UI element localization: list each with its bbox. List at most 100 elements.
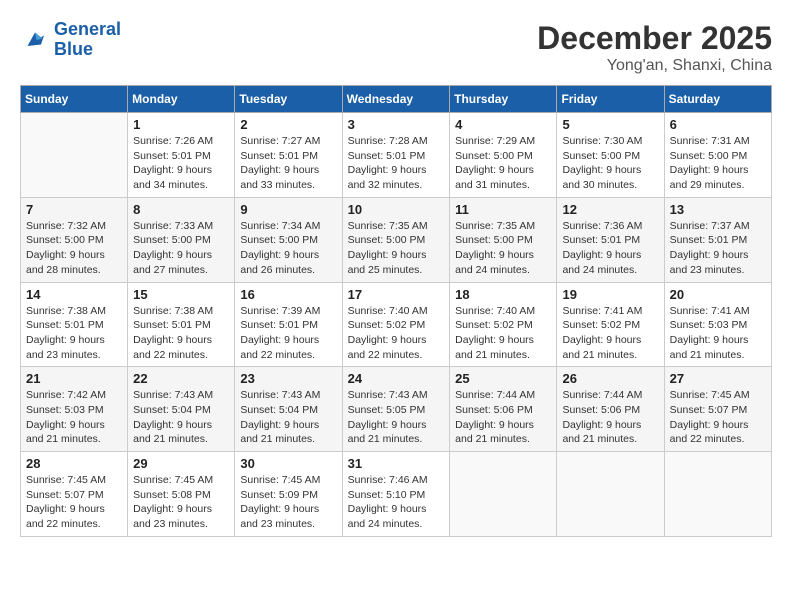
day-info: Sunrise: 7:27 AM Sunset: 5:01 PM Dayligh… [240,134,336,193]
week-row-2: 7 Sunrise: 7:32 AM Sunset: 5:00 PM Daylig… [21,197,772,282]
day-number: 10 [348,202,445,217]
calendar-cell: 29Sunrise: 7:45 AM Sunset: 5:08 PM Dayli… [128,452,235,537]
week-row-1: 1 Sunrise: 7:26 AM Sunset: 5:01 PM Daylig… [21,113,772,198]
weekday-header-tuesday: Tuesday [235,86,342,113]
calendar-cell: 6 Sunrise: 7:31 AM Sunset: 5:00 PM Daylig… [664,113,771,198]
day-info: Sunrise: 7:39 AM Sunset: 5:01 PM Dayligh… [240,304,336,363]
calendar-cell: 24 Sunrise: 7:43 AM Sunset: 5:05 PM Dayli… [342,367,450,452]
day-number: 21 [26,371,122,386]
day-info: Sunrise: 7:35 AM Sunset: 5:00 PM Dayligh… [348,219,445,278]
logo-icon [20,25,50,55]
day-number: 7 [26,202,122,217]
calendar-cell: 13Sunrise: 7:37 AM Sunset: 5:01 PM Dayli… [664,197,771,282]
day-number: 1 [133,117,229,132]
day-info: Sunrise: 7:44 AM Sunset: 5:06 PM Dayligh… [562,388,658,447]
day-info: Sunrise: 7:33 AM Sunset: 5:00 PM Dayligh… [133,219,229,278]
day-info: Sunrise: 7:45 AM Sunset: 5:09 PM Dayligh… [240,473,336,532]
calendar-cell: 22 Sunrise: 7:43 AM Sunset: 5:04 PM Dayli… [128,367,235,452]
logo: General Blue [20,20,121,60]
title-block: December 2025 Yong'an, Shanxi, China [537,20,772,75]
day-info: Sunrise: 7:42 AM Sunset: 5:03 PM Dayligh… [26,388,122,447]
calendar-cell: 14Sunrise: 7:38 AM Sunset: 5:01 PM Dayli… [21,282,128,367]
weekday-header-sunday: Sunday [21,86,128,113]
calendar-cell: 15 Sunrise: 7:38 AM Sunset: 5:01 PM Dayli… [128,282,235,367]
day-number: 23 [240,371,336,386]
calendar-cell: 3 Sunrise: 7:28 AM Sunset: 5:01 PM Daylig… [342,113,450,198]
day-number: 27 [670,371,766,386]
day-info: Sunrise: 7:34 AM Sunset: 5:00 PM Dayligh… [240,219,336,278]
day-info: Sunrise: 7:40 AM Sunset: 5:02 PM Dayligh… [348,304,445,363]
day-number: 24 [348,371,445,386]
day-info: Sunrise: 7:41 AM Sunset: 5:03 PM Dayligh… [670,304,766,363]
calendar-cell: 30 Sunrise: 7:45 AM Sunset: 5:09 PM Dayli… [235,452,342,537]
day-number: 22 [133,371,229,386]
logo-line1: General [54,19,121,39]
calendar-cell: 2 Sunrise: 7:27 AM Sunset: 5:01 PM Daylig… [235,113,342,198]
weekday-header-monday: Monday [128,86,235,113]
day-info: Sunrise: 7:44 AM Sunset: 5:06 PM Dayligh… [455,388,551,447]
day-number: 3 [348,117,445,132]
day-info: Sunrise: 7:43 AM Sunset: 5:04 PM Dayligh… [133,388,229,447]
calendar-cell [664,452,771,537]
calendar-cell: 8 Sunrise: 7:33 AM Sunset: 5:00 PM Daylig… [128,197,235,282]
calendar-cell: 9Sunrise: 7:34 AM Sunset: 5:00 PM Daylig… [235,197,342,282]
logo-line2: Blue [54,39,93,59]
day-number: 19 [562,287,658,302]
calendar-table: SundayMondayTuesdayWednesdayThursdayFrid… [20,85,772,537]
day-number: 14 [26,287,122,302]
day-number: 29 [133,456,229,471]
day-info: Sunrise: 7:32 AM Sunset: 5:00 PM Dayligh… [26,219,122,278]
calendar-cell: 10 Sunrise: 7:35 AM Sunset: 5:00 PM Dayli… [342,197,450,282]
calendar-cell [557,452,664,537]
calendar-cell: 18Sunrise: 7:40 AM Sunset: 5:02 PM Dayli… [450,282,557,367]
calendar-cell: 23 Sunrise: 7:43 AM Sunset: 5:04 PM Dayli… [235,367,342,452]
day-number: 20 [670,287,766,302]
day-info: Sunrise: 7:43 AM Sunset: 5:04 PM Dayligh… [240,388,336,447]
day-number: 2 [240,117,336,132]
day-info: Sunrise: 7:26 AM Sunset: 5:01 PM Dayligh… [133,134,229,193]
day-number: 17 [348,287,445,302]
day-number: 8 [133,202,229,217]
day-info: Sunrise: 7:41 AM Sunset: 5:02 PM Dayligh… [562,304,658,363]
day-info: Sunrise: 7:29 AM Sunset: 5:00 PM Dayligh… [455,134,551,193]
day-info: Sunrise: 7:28 AM Sunset: 5:01 PM Dayligh… [348,134,445,193]
day-info: Sunrise: 7:40 AM Sunset: 5:02 PM Dayligh… [455,304,551,363]
calendar-cell: 26 Sunrise: 7:44 AM Sunset: 5:06 PM Dayli… [557,367,664,452]
week-row-4: 21 Sunrise: 7:42 AM Sunset: 5:03 PM Dayli… [21,367,772,452]
calendar-cell: 5Sunrise: 7:30 AM Sunset: 5:00 PM Daylig… [557,113,664,198]
week-row-3: 14 Sunrise: 7:38 AM Sunset: 5:01 PM Dayli… [21,282,772,367]
week-row-5: 28Sunrise: 7:45 AM Sunset: 5:07 PM Dayli… [21,452,772,537]
day-number: 6 [670,117,766,132]
day-number: 31 [348,456,445,471]
day-number: 30 [240,456,336,471]
weekday-header-saturday: Saturday [664,86,771,113]
day-number: 15 [133,287,229,302]
location: Yong'an, Shanxi, China [537,57,772,75]
month-title: December 2025 [537,20,772,57]
day-info: Sunrise: 7:45 AM Sunset: 5:07 PM Dayligh… [670,388,766,447]
calendar-cell: 25Sunrise: 7:44 AM Sunset: 5:06 PM Dayli… [450,367,557,452]
calendar-cell: 20 Sunrise: 7:41 AM Sunset: 5:03 PM Dayli… [664,282,771,367]
calendar-cell: 1 Sunrise: 7:26 AM Sunset: 5:01 PM Daylig… [128,113,235,198]
day-number: 28 [26,456,122,471]
day-number: 13 [670,202,766,217]
calendar-cell: 21 Sunrise: 7:42 AM Sunset: 5:03 PM Dayli… [21,367,128,452]
calendar-cell: 16Sunrise: 7:39 AM Sunset: 5:01 PM Dayli… [235,282,342,367]
day-info: Sunrise: 7:43 AM Sunset: 5:05 PM Dayligh… [348,388,445,447]
logo-text: General Blue [54,20,121,60]
day-number: 11 [455,202,551,217]
day-number: 5 [562,117,658,132]
calendar-cell: 7 Sunrise: 7:32 AM Sunset: 5:00 PM Daylig… [21,197,128,282]
calendar-cell: 17 Sunrise: 7:40 AM Sunset: 5:02 PM Dayli… [342,282,450,367]
calendar-cell: 11Sunrise: 7:35 AM Sunset: 5:00 PM Dayli… [450,197,557,282]
calendar-cell: 27 Sunrise: 7:45 AM Sunset: 5:07 PM Dayli… [664,367,771,452]
day-number: 4 [455,117,551,132]
day-info: Sunrise: 7:31 AM Sunset: 5:00 PM Dayligh… [670,134,766,193]
calendar-cell: 4 Sunrise: 7:29 AM Sunset: 5:00 PM Daylig… [450,113,557,198]
day-info: Sunrise: 7:38 AM Sunset: 5:01 PM Dayligh… [133,304,229,363]
day-info: Sunrise: 7:36 AM Sunset: 5:01 PM Dayligh… [562,219,658,278]
calendar-cell: 28Sunrise: 7:45 AM Sunset: 5:07 PM Dayli… [21,452,128,537]
calendar-cell [450,452,557,537]
day-number: 26 [562,371,658,386]
day-number: 12 [562,202,658,217]
